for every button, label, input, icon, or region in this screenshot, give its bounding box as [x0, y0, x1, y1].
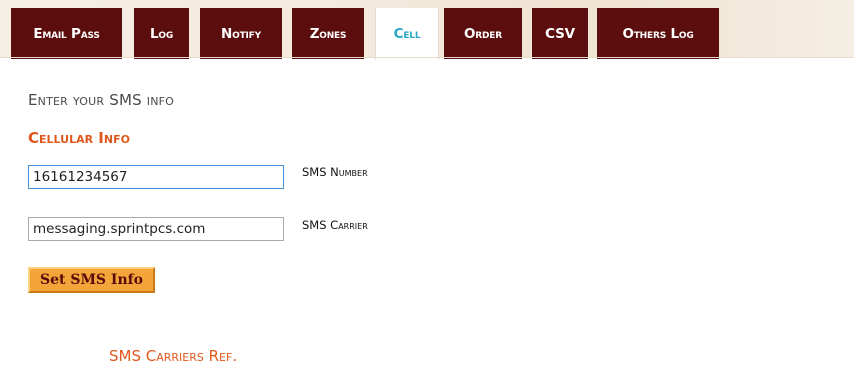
sms-carriers-ref-link[interactable]: SMS Carriers Ref. — [109, 347, 237, 365]
sms-number-input[interactable] — [28, 165, 284, 189]
tab-csv[interactable]: CSV — [532, 8, 588, 59]
tab-notify[interactable]: Notify — [200, 8, 282, 59]
page-heading: Enter your SMS info — [28, 91, 175, 109]
page: Email Pass Log Notify Zones Cell Order C… — [0, 0, 854, 389]
tab-bar: Email Pass Log Notify Zones Cell Order C… — [0, 0, 854, 60]
set-sms-info-button[interactable]: Set SMS Info — [28, 267, 155, 293]
sms-number-label: SMS Number — [302, 165, 368, 179]
section-title-cellular-info: Cellular Info — [28, 129, 130, 147]
tab-email-pass[interactable]: Email Pass — [11, 8, 122, 59]
sms-carrier-label: SMS Carrier — [302, 218, 368, 232]
tab-log[interactable]: Log — [134, 8, 189, 59]
tab-cell[interactable]: Cell — [375, 8, 439, 60]
tab-order[interactable]: Order — [444, 8, 522, 59]
tab-others-log[interactable]: Others Log — [597, 8, 719, 59]
tab-zones[interactable]: Zones — [292, 8, 364, 59]
sms-carrier-input[interactable] — [28, 217, 284, 241]
